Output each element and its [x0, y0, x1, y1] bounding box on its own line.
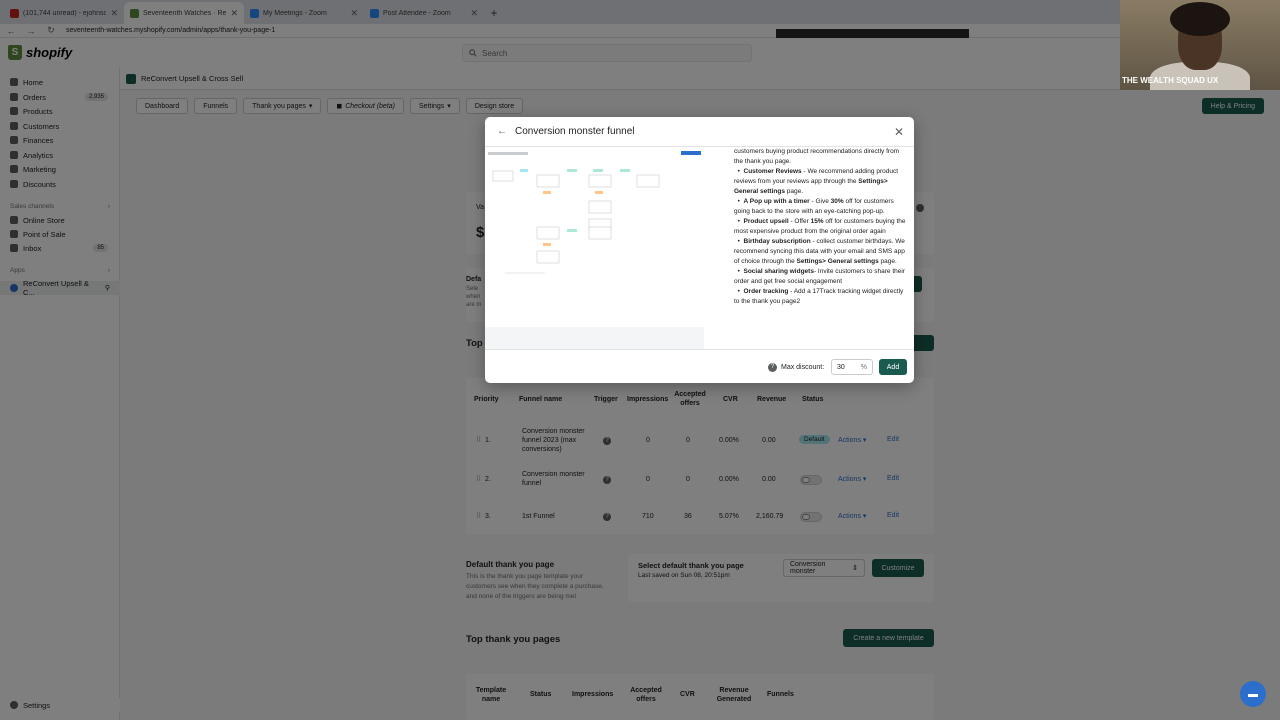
funnel-diagram-canvas: [485, 149, 704, 327]
bullet-emphasis: 15%: [810, 218, 824, 225]
funnel-flow-diagram: [488, 151, 701, 274]
close-icon[interactable]: ✕: [894, 125, 904, 139]
bullet-title: Social sharing widgets: [743, 268, 814, 275]
modal-header: ← Conversion monster funnel ✕: [485, 117, 914, 147]
max-discount-text: Max discount:: [781, 364, 825, 371]
percent-suffix: %: [860, 363, 867, 371]
add-button[interactable]: Add: [879, 359, 907, 375]
bullet-title: Order tracking: [743, 288, 789, 295]
bullet-title: Product upsell: [743, 218, 789, 225]
funnel-preview-modal: ← Conversion monster funnel ✕ customers …: [485, 117, 914, 383]
bullet-social-sharing: • Social sharing widgets- Invite custome…: [734, 268, 905, 285]
bullet-title: Birthday subscription: [743, 238, 811, 245]
bullet-emphasis: Settings> General settings: [796, 258, 879, 265]
webcam-watermark: THE WEALTH SQUAD UX: [1122, 76, 1219, 85]
funnel-description: customers buying product recommendations…: [734, 147, 906, 347]
funnel-preview-image: [485, 149, 704, 349]
bullet-title: Customer Reviews: [743, 168, 802, 175]
modal-footer: ? Max discount: 30 % Add: [485, 349, 914, 383]
bullet-text: page.: [784, 188, 804, 195]
bullet-order-tracking: • Order tracking - Add a 17Track trackin…: [734, 288, 904, 305]
bullet-customer-reviews: • Customer Reviews - We recommend adding…: [734, 168, 899, 195]
intro-text: customers buying product recommendations…: [734, 148, 900, 165]
back-arrow-icon[interactable]: ←: [497, 126, 507, 137]
max-discount-input[interactable]: 30 %: [831, 359, 873, 375]
chat-widget-button[interactable]: ▬: [1240, 681, 1266, 707]
modal-title: Conversion monster funnel: [515, 126, 635, 137]
bullet-text: page.: [878, 258, 897, 265]
bullet-emphasis: 30%: [830, 198, 844, 205]
chat-bubble-icon: ▬: [1248, 688, 1258, 700]
bullet-product-upsell: • Product upsell - Offer 15% off for cus…: [734, 218, 906, 235]
max-discount-label: ? Max discount:: [768, 363, 824, 372]
webcam-feed: THE WEALTH SQUAD UX: [1120, 0, 1280, 90]
help-icon[interactable]: ?: [768, 363, 777, 372]
bullet-text: - Offer: [788, 218, 811, 225]
bullet-birthday-subscription: • Birthday subscription - collect custom…: [734, 238, 905, 265]
bullet-title: A Pop up with a timer: [743, 198, 810, 205]
bullet-popup-timer: • A Pop up with a timer - Give 30% off f…: [734, 198, 894, 215]
bullet-text: - Give: [809, 198, 831, 205]
max-discount-value: 30: [837, 363, 845, 371]
person-hair: [1170, 2, 1230, 36]
